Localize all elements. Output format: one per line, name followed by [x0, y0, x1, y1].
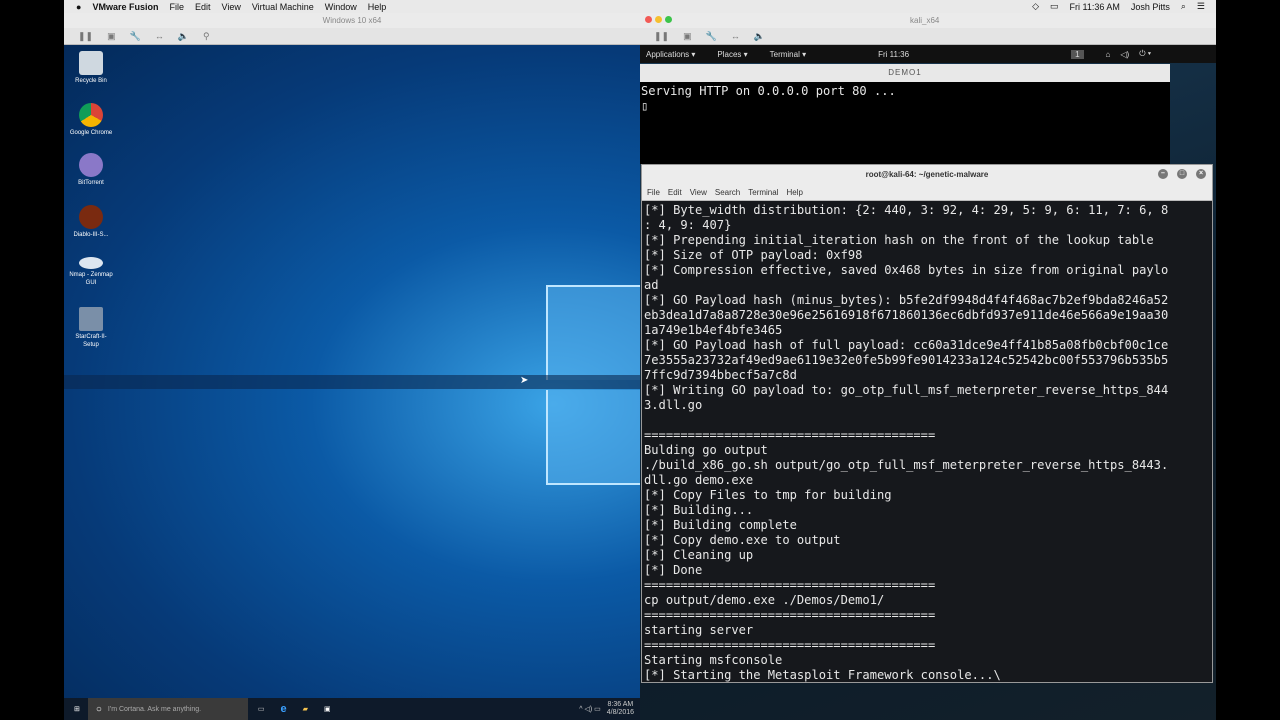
cortana-search[interactable]: ○ I'm Cortana. Ask me anything. — [87, 698, 248, 720]
notification-icon[interactable]: ☰ — [1197, 1, 1205, 12]
vm-title-text: Windows 10 x64 — [322, 16, 382, 25]
volume-icon[interactable]: ◁) — [1120, 50, 1129, 59]
menu-view[interactable]: View — [690, 188, 707, 197]
gnome-clock[interactable]: Fri 11:36 — [878, 50, 909, 59]
cortana-placeholder: I'm Cortana. Ask me anything. — [107, 705, 202, 713]
terminal-title: root@kali-64: ~/genetic-malware — [865, 170, 989, 179]
mac-clock[interactable]: Fri 11:36 AM — [1070, 2, 1120, 12]
taskbar-time: 8:36 AM — [607, 701, 634, 708]
desktop-icon-zenmap[interactable]: Nmap - Zenmap GUI — [68, 257, 114, 287]
desktop-icon-chrome[interactable]: Google Chrome — [68, 103, 114, 137]
close-icon[interactable] — [645, 16, 652, 23]
terminal-menu[interactable]: Terminal ▾ — [770, 50, 806, 59]
cortana-icon: ○ — [95, 703, 102, 715]
app-menu[interactable]: VMware Fusion — [92, 2, 158, 12]
minimize-icon[interactable] — [655, 16, 662, 23]
mac-user[interactable]: Josh Pitts — [1131, 2, 1170, 12]
kali-vm-title: kali_x64 — [640, 13, 1216, 28]
file-explorer-icon[interactable]: ▰ — [303, 705, 308, 713]
snapshot-icon[interactable]: ▣ — [107, 31, 116, 42]
desktop-icon-starcraft[interactable]: StarCraft-II-Setup — [68, 307, 114, 349]
icon-label: Recycle Bin — [75, 78, 107, 84]
terminal-content[interactable]: [*] Byte_width distribution: {2: 440, 3:… — [642, 201, 1212, 682]
menu-file[interactable]: File — [169, 2, 184, 12]
taskbar-date: 4/8/2016 — [606, 709, 634, 716]
edge-icon[interactable]: e — [281, 703, 287, 715]
pause-icon[interactable]: ❚❚ — [654, 31, 669, 42]
close-icon[interactable]: × — [1196, 169, 1206, 179]
task-view-icon[interactable]: ▭ — [258, 705, 265, 713]
root-terminal-window: root@kali-64: ~/genetic-malware – □ × Fi… — [641, 164, 1213, 683]
icon-label: Diablo-III-S... — [73, 232, 109, 238]
kali-vm-toolbar: ❚❚ ▣ 🔧 ↔ 🔈 — [640, 28, 1216, 45]
mouse-cursor-icon: ➤ — [520, 375, 529, 386]
demo1-terminal-window: DEMO1 Serving HTTP on 0.0.0.0 port 80 ..… — [640, 64, 1170, 164]
battery-icon[interactable]: ▭ — [1050, 1, 1059, 12]
start-icon[interactable]: ⊞ — [74, 705, 80, 713]
menu-window[interactable]: Window — [325, 2, 357, 12]
windows-taskbar: ⊞ ○ I'm Cortana. Ask me anything. ▭ e ▰ ▣… — [64, 698, 640, 720]
terminal-menubar: File Edit View Search Terminal Help — [642, 184, 1212, 201]
resize-icon[interactable]: ↔ — [155, 31, 164, 41]
menu-edit[interactable]: Edit — [195, 2, 211, 12]
icon-label: StarCraft-II-Setup — [75, 334, 107, 348]
minimize-icon[interactable]: – — [1158, 169, 1168, 179]
kali-title-text: kali_x64 — [910, 16, 940, 25]
demo1-output[interactable]: Serving HTTP on 0.0.0.0 port 80 ... ▯ — [640, 82, 1170, 116]
menu-edit[interactable]: Edit — [668, 188, 682, 197]
apple-icon[interactable]: ● — [76, 2, 81, 12]
menu-help[interactable]: Help — [368, 2, 387, 12]
system-tray-icons[interactable]: ^ ◁) ▭ — [579, 705, 601, 713]
menu-file[interactable]: File — [647, 188, 660, 197]
desktop-icon-recycle-bin[interactable]: Recycle Bin — [68, 51, 114, 85]
zoom-icon[interactable] — [665, 16, 672, 23]
volume-icon[interactable]: 🔈 — [178, 31, 189, 42]
gnome-top-bar: Applications ▾ Places ▾ Terminal ▾ Fri 1… — [640, 45, 1216, 63]
workspace-indicator[interactable]: 1 — [1071, 49, 1084, 59]
menu-search[interactable]: Search — [715, 188, 740, 197]
terminal-titlebar: root@kali-64: ~/genetic-malware – □ × — [642, 165, 1212, 184]
desktop-icon-bittorrent[interactable]: BitTorrent — [68, 153, 114, 187]
menu-terminal[interactable]: Terminal — [748, 188, 778, 197]
icon-label: Nmap - Zenmap GUI — [69, 272, 113, 286]
spotlight-icon[interactable]: ⌕ — [1181, 1, 1186, 12]
demo1-title: DEMO1 — [888, 68, 922, 77]
usb-icon[interactable]: ⚲ — [203, 31, 210, 42]
vm-toolbar: ❚❚ ▣ 🔧 ↔ 🔈 ⚲ — [64, 28, 640, 45]
resize-icon[interactable]: ↔ — [731, 31, 740, 41]
wifi-icon[interactable]: ◇ — [1032, 1, 1039, 12]
mac-menubar: ● VMware Fusion File Edit View Virtual M… — [64, 0, 1216, 13]
power-icon[interactable]: ⏻ ▾ — [1139, 49, 1151, 59]
vm-window-title: Windows 10 x64 — [64, 13, 640, 28]
maximize-icon[interactable]: □ — [1177, 169, 1187, 179]
pause-icon[interactable]: ❚❚ — [78, 31, 93, 42]
network-icon[interactable]: ⌂ — [1106, 50, 1111, 59]
volume-icon[interactable]: 🔈 — [754, 31, 765, 42]
snapshot-icon[interactable]: ▣ — [683, 31, 692, 42]
store-icon[interactable]: ▣ — [324, 705, 331, 713]
menu-help[interactable]: Help — [786, 188, 802, 197]
menu-view[interactable]: View — [221, 2, 240, 12]
taskbar-clock[interactable]: 8:36 AM 4/8/2016 — [607, 701, 634, 717]
demo1-titlebar: DEMO1 — [640, 64, 1170, 82]
places-menu[interactable]: Places ▾ — [717, 50, 747, 59]
terminal-output: [*] Byte_width distribution: {2: 440, 3:… — [644, 203, 1169, 682]
desktop-icon-diablo[interactable]: Diablo-III-S... — [68, 205, 114, 239]
windows-desktop: Recycle Bin Google Chrome BitTorrent Dia… — [64, 45, 640, 698]
menu-virtual-machine[interactable]: Virtual Machine — [252, 2, 314, 12]
icon-label: Google Chrome — [69, 130, 113, 136]
applications-menu[interactable]: Applications ▾ — [646, 50, 695, 59]
icon-label: BitTorrent — [78, 180, 104, 186]
settings-icon[interactable]: 🔧 — [706, 31, 717, 42]
settings-icon[interactable]: 🔧 — [130, 31, 141, 42]
